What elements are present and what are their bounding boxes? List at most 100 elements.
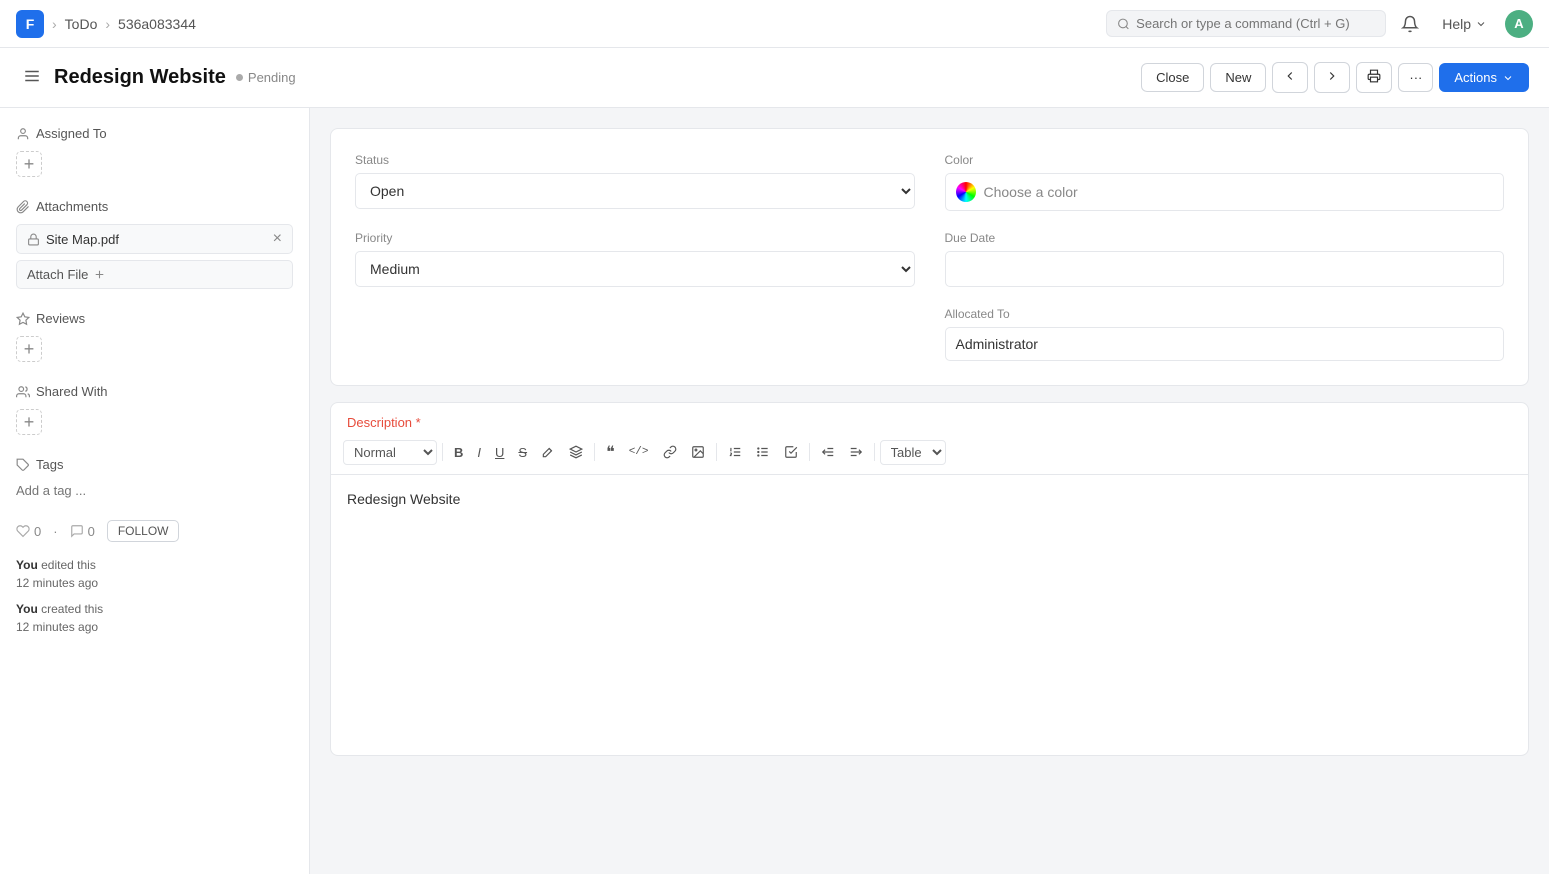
highlight-icon xyxy=(569,445,583,459)
dot-sep: · xyxy=(53,524,57,539)
code-button[interactable]: </> xyxy=(623,442,655,462)
more-button[interactable]: ··· xyxy=(1398,63,1433,92)
color-picker[interactable]: Choose a color xyxy=(945,173,1505,211)
breadcrumb-id[interactable]: 536a083344 xyxy=(118,16,196,32)
notifications-button[interactable] xyxy=(1396,10,1424,38)
due-date-field: Due Date xyxy=(945,231,1505,287)
checklist-icon xyxy=(784,445,798,459)
search-bar[interactable] xyxy=(1106,10,1386,37)
toolbar-divider-3 xyxy=(716,443,717,461)
tag-icon xyxy=(16,458,30,472)
attach-file-button[interactable]: Attach File xyxy=(16,260,293,289)
next-button[interactable] xyxy=(1314,62,1350,93)
attachments-title: Attachments xyxy=(16,199,293,214)
tags-title: Tags xyxy=(16,457,293,472)
add-review-button[interactable]: + xyxy=(16,336,42,362)
reviews-section: Reviews + xyxy=(16,311,293,362)
comments-count-group: 0 xyxy=(70,524,95,539)
top-navigation: F › ToDo › 536a083344 Help A xyxy=(0,0,1549,48)
unordered-list-button[interactable] xyxy=(750,441,776,463)
actions-button[interactable]: Actions xyxy=(1439,63,1529,92)
toolbar-divider-4 xyxy=(809,443,810,461)
likes-row: 0 · 0 FOLLOW xyxy=(16,520,293,542)
outdent-icon xyxy=(821,445,835,459)
assigned-to-label: Assigned To xyxy=(36,126,107,141)
link-button[interactable] xyxy=(657,441,683,463)
search-input[interactable] xyxy=(1136,16,1375,31)
likes-count: 0 xyxy=(34,524,41,539)
star-icon xyxy=(16,312,30,326)
shared-with-section: Shared With + xyxy=(16,384,293,435)
search-icon xyxy=(1117,17,1130,31)
paperclip-icon xyxy=(16,200,30,214)
attachment-filename: Site Map.pdf xyxy=(46,232,119,247)
status-badge: Pending xyxy=(236,70,296,85)
activity-1-bold: You xyxy=(16,558,38,572)
due-date-input[interactable] xyxy=(945,251,1505,287)
follow-button[interactable]: FOLLOW xyxy=(107,520,180,542)
main-content: Status Open Pending Closed Resolved Colo… xyxy=(310,108,1549,874)
due-date-label: Due Date xyxy=(945,231,1505,245)
link-icon xyxy=(663,445,677,459)
breadcrumb-area: F › ToDo › 536a083344 xyxy=(16,10,196,38)
indent-button[interactable] xyxy=(843,441,869,463)
add-assigned-button[interactable]: + xyxy=(16,151,42,177)
breadcrumb-todo[interactable]: ToDo xyxy=(65,16,98,32)
editor-body[interactable]: Redesign Website xyxy=(331,475,1528,755)
comment-icon xyxy=(70,524,84,538)
breadcrumb-sep-1: › xyxy=(52,16,57,32)
reviews-label: Reviews xyxy=(36,311,85,326)
plus-icon xyxy=(93,268,106,281)
image-icon xyxy=(691,445,705,459)
ordered-list-button[interactable] xyxy=(722,441,748,463)
activity-1-time: 12 minutes ago xyxy=(16,576,98,590)
status-label: Pending xyxy=(248,70,296,85)
page-header-right: Close New ··· Actions xyxy=(1141,62,1529,93)
likes-count-group: 0 xyxy=(16,524,41,539)
status-select[interactable]: Open Pending Closed Resolved xyxy=(355,173,915,209)
activity-item-2: You created this 12 minutes ago xyxy=(16,600,293,636)
indent-icon xyxy=(849,445,863,459)
help-button[interactable]: Help xyxy=(1434,11,1495,37)
attachment-item-left: Site Map.pdf xyxy=(27,232,119,247)
allocated-to-field: Allocated To Administrator xyxy=(945,307,1505,361)
page-header-left: Redesign Website Pending xyxy=(20,64,296,91)
form-grid: Status Open Pending Closed Resolved Colo… xyxy=(355,153,1504,361)
bold-button[interactable]: B xyxy=(448,441,469,464)
image-button[interactable] xyxy=(685,441,711,463)
checklist-button[interactable] xyxy=(778,441,804,463)
print-button[interactable] xyxy=(1356,62,1392,93)
text-color-button[interactable] xyxy=(535,441,561,463)
print-icon xyxy=(1367,69,1381,83)
strikethrough-button[interactable]: S xyxy=(512,441,533,464)
underline-button[interactable]: U xyxy=(489,441,510,464)
priority-select[interactable]: Low Medium High Urgent xyxy=(355,251,915,287)
add-shared-button[interactable]: + xyxy=(16,409,42,435)
app-logo[interactable]: F xyxy=(16,10,44,38)
close-button[interactable]: Close xyxy=(1141,63,1204,92)
assigned-to-section: Assigned To + xyxy=(16,126,293,177)
activity-2-time: 12 minutes ago xyxy=(16,620,98,634)
new-button[interactable]: New xyxy=(1210,63,1266,92)
activity-item-1: You edited this 12 minutes ago xyxy=(16,556,293,592)
prev-button[interactable] xyxy=(1272,62,1308,93)
text-style-select[interactable]: Normal Heading 1 Heading 2 Heading 3 xyxy=(343,440,437,465)
description-card: Description * Normal Heading 1 Heading 2… xyxy=(330,402,1529,756)
page-title: Redesign Website xyxy=(54,66,226,89)
users-icon xyxy=(16,385,30,399)
bell-icon xyxy=(1401,15,1419,33)
tags-input[interactable] xyxy=(16,483,293,498)
italic-button[interactable]: I xyxy=(471,441,487,464)
menu-icon-button[interactable] xyxy=(20,64,44,91)
allocated-to-value: Administrator xyxy=(945,327,1505,361)
outdent-button[interactable] xyxy=(815,441,841,463)
highlight-button[interactable] xyxy=(563,441,589,463)
table-select[interactable]: Table xyxy=(880,440,946,465)
actions-label: Actions xyxy=(1454,70,1497,85)
activity-1-text: edited this xyxy=(38,558,96,572)
remove-attachment-button[interactable]: × xyxy=(273,231,282,247)
editor-content: Redesign Website xyxy=(347,491,1512,507)
avatar-button[interactable]: A xyxy=(1505,10,1533,38)
tags-label: Tags xyxy=(36,457,63,472)
blockquote-button[interactable]: ❝ xyxy=(600,438,621,466)
